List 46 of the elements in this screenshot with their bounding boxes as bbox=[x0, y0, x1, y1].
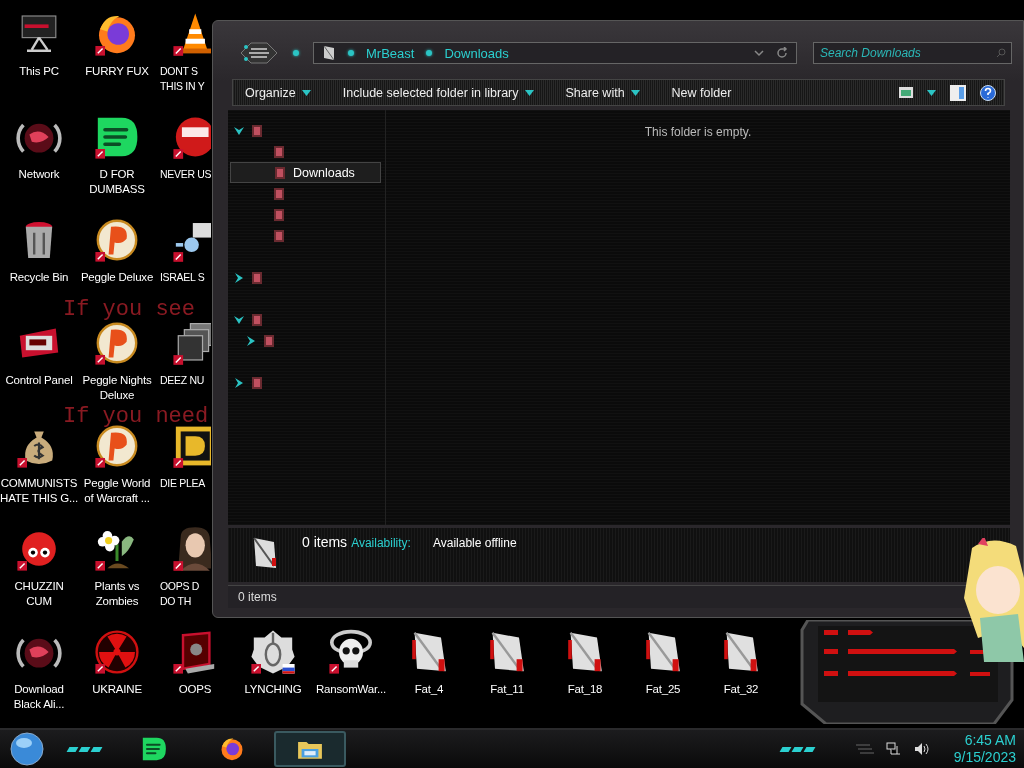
icon-label[interactable]: Fat_25 bbox=[645, 682, 681, 697]
toolbar-button[interactable]: Share with bbox=[565, 85, 640, 100]
icon-label[interactable]: COMMUNISTS HATE THIS G... bbox=[0, 476, 78, 506]
icon-label[interactable]: RansomWar... bbox=[316, 682, 386, 697]
icon-label[interactable]: Plants vs Zombies bbox=[94, 579, 140, 609]
icon-label[interactable]: D FOR DUMBASS bbox=[89, 167, 145, 197]
icon-label[interactable]: Fat_32 bbox=[723, 682, 759, 697]
icon-label[interactable]: Fat_4 bbox=[414, 682, 444, 697]
icon-label[interactable]: Peggle World of Warcraft ... bbox=[83, 476, 151, 506]
icon-label[interactable]: LYNCHING bbox=[244, 682, 302, 697]
icon-label[interactable]: This PC bbox=[19, 64, 59, 79]
breadcrumb-item[interactable]: MrBeast bbox=[366, 45, 415, 61]
toolbar-button[interactable]: New folder bbox=[671, 85, 732, 100]
icon-label[interactable]: Download Black Ali... bbox=[13, 682, 65, 712]
empty-message: This folder is empty. bbox=[644, 125, 752, 139]
icon-label[interactable]: OOPS D DO TH bbox=[160, 579, 200, 609]
icon-label[interactable]: DEEZ NU bbox=[160, 373, 204, 388]
icon-label[interactable]: UKRAINE bbox=[92, 682, 142, 697]
icon-label[interactable]: OOPS bbox=[178, 682, 212, 697]
selected-tree-row[interactable]: Downloads bbox=[230, 162, 381, 183]
icon-label[interactable]: Fat_18 bbox=[567, 682, 603, 697]
icon-label[interactable]: Network bbox=[18, 167, 60, 182]
icon-label[interactable]: Peggle Deluxe bbox=[80, 270, 154, 285]
icon-label[interactable]: Fat_11 bbox=[490, 682, 524, 697]
icon-label[interactable]: Recycle Bin bbox=[9, 270, 69, 285]
breadcrumb-item[interactable]: Downloads bbox=[444, 45, 509, 61]
availability-value: Available offline bbox=[432, 536, 517, 550]
icon-label[interactable]: DIE PLEA bbox=[160, 476, 205, 491]
icon-label[interactable]: DONT S THIS IN Y bbox=[160, 64, 205, 94]
availability-label: Availability: bbox=[351, 536, 411, 550]
toolbar-button[interactable]: Organize bbox=[245, 85, 311, 100]
tree-label[interactable]: Downloads bbox=[293, 165, 355, 180]
toolbar-button[interactable]: Include selected folder in library bbox=[342, 85, 534, 100]
wallpaper-text: If you need bbox=[63, 403, 209, 430]
status-text: 0 items bbox=[238, 590, 277, 604]
search-field[interactable]: Search Downloads bbox=[813, 42, 1012, 64]
icon-label[interactable]: NEVER US bbox=[160, 167, 212, 182]
icon-label[interactable]: Control Panel bbox=[5, 373, 73, 388]
icon-label[interactable]: CHUZZIN CUM bbox=[14, 579, 64, 609]
address-bar[interactable]: MrBeast Downloads bbox=[313, 42, 797, 64]
icon-label[interactable]: Peggle Nights Deluxe bbox=[82, 373, 152, 403]
item-count: 0 items bbox=[302, 534, 348, 550]
icon-label[interactable]: FURRY FUX bbox=[85, 64, 149, 79]
wallpaper-text: If you see bbox=[63, 296, 196, 323]
clock[interactable]: 6:45 AM 9/15/2023 bbox=[953, 732, 1016, 766]
icon-label[interactable]: ISRAEL S bbox=[160, 270, 205, 285]
